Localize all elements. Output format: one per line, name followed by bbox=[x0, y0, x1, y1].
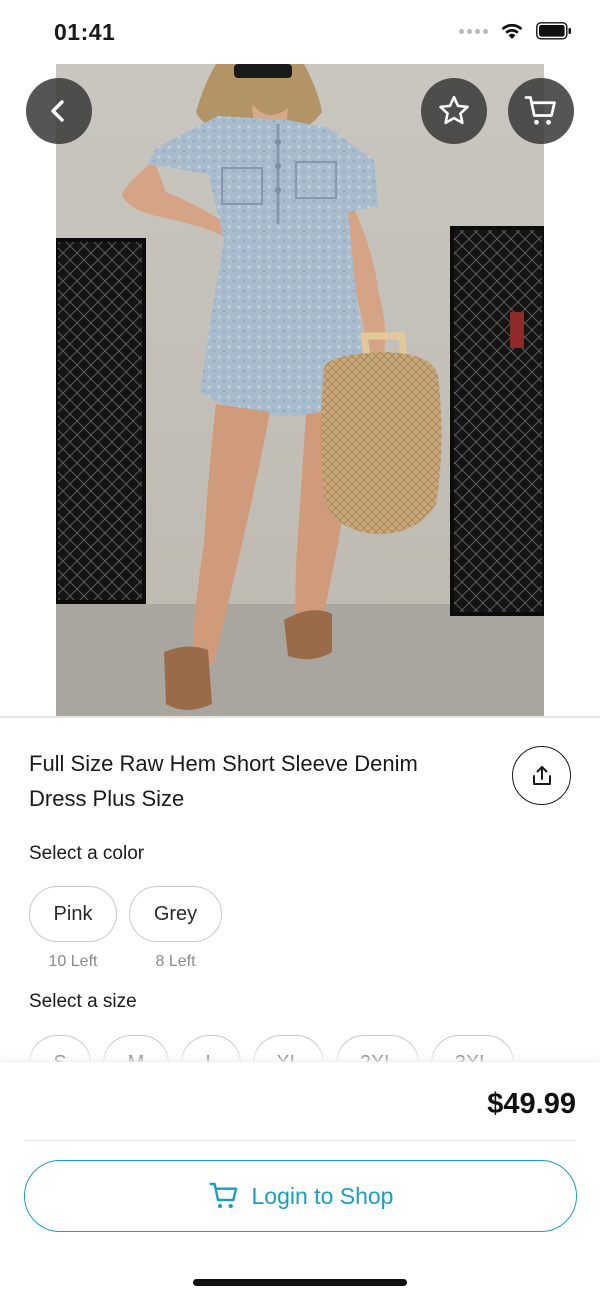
cart-icon bbox=[208, 1182, 237, 1209]
login-to-shop-label: Login to Shop bbox=[251, 1182, 394, 1209]
cellular-signal-icon bbox=[459, 28, 488, 34]
color-section-label: Select a color bbox=[29, 843, 145, 864]
wifi-icon bbox=[501, 23, 523, 39]
purchase-panel: $49.99 Login to Shop bbox=[0, 1062, 600, 1299]
battery-icon bbox=[536, 22, 571, 40]
favorite-button[interactable] bbox=[421, 78, 487, 144]
chevron-left-icon bbox=[51, 100, 64, 122]
status-bar: 01:41 bbox=[0, 0, 600, 64]
panel-divider bbox=[24, 1140, 576, 1141]
color-stock-pink: 10 Left bbox=[48, 953, 98, 970]
back-button[interactable] bbox=[26, 78, 92, 144]
cart-button[interactable] bbox=[508, 78, 574, 144]
color-option-grey[interactable]: Grey bbox=[129, 886, 222, 942]
share-icon bbox=[532, 765, 551, 785]
product-title: Full Size Raw Hem Short Sleeve Denim Dre… bbox=[29, 751, 418, 811]
status-icons bbox=[459, 22, 572, 40]
size-section-label: Select a size bbox=[29, 991, 137, 1012]
star-icon bbox=[439, 95, 469, 125]
share-button[interactable] bbox=[512, 746, 571, 805]
status-time: 01:41 bbox=[54, 19, 116, 45]
cart-icon bbox=[524, 96, 556, 125]
login-to-shop-button[interactable]: Login to Shop bbox=[24, 1160, 577, 1232]
product-photo bbox=[56, 64, 544, 716]
product-image-carousel[interactable] bbox=[0, 64, 600, 716]
home-indicator[interactable] bbox=[193, 1279, 407, 1286]
image-divider bbox=[0, 716, 600, 718]
color-option-pink[interactable]: Pink bbox=[29, 886, 117, 942]
product-price: $49.99 bbox=[487, 1088, 576, 1120]
color-stock-grey: 8 Left bbox=[155, 953, 196, 970]
